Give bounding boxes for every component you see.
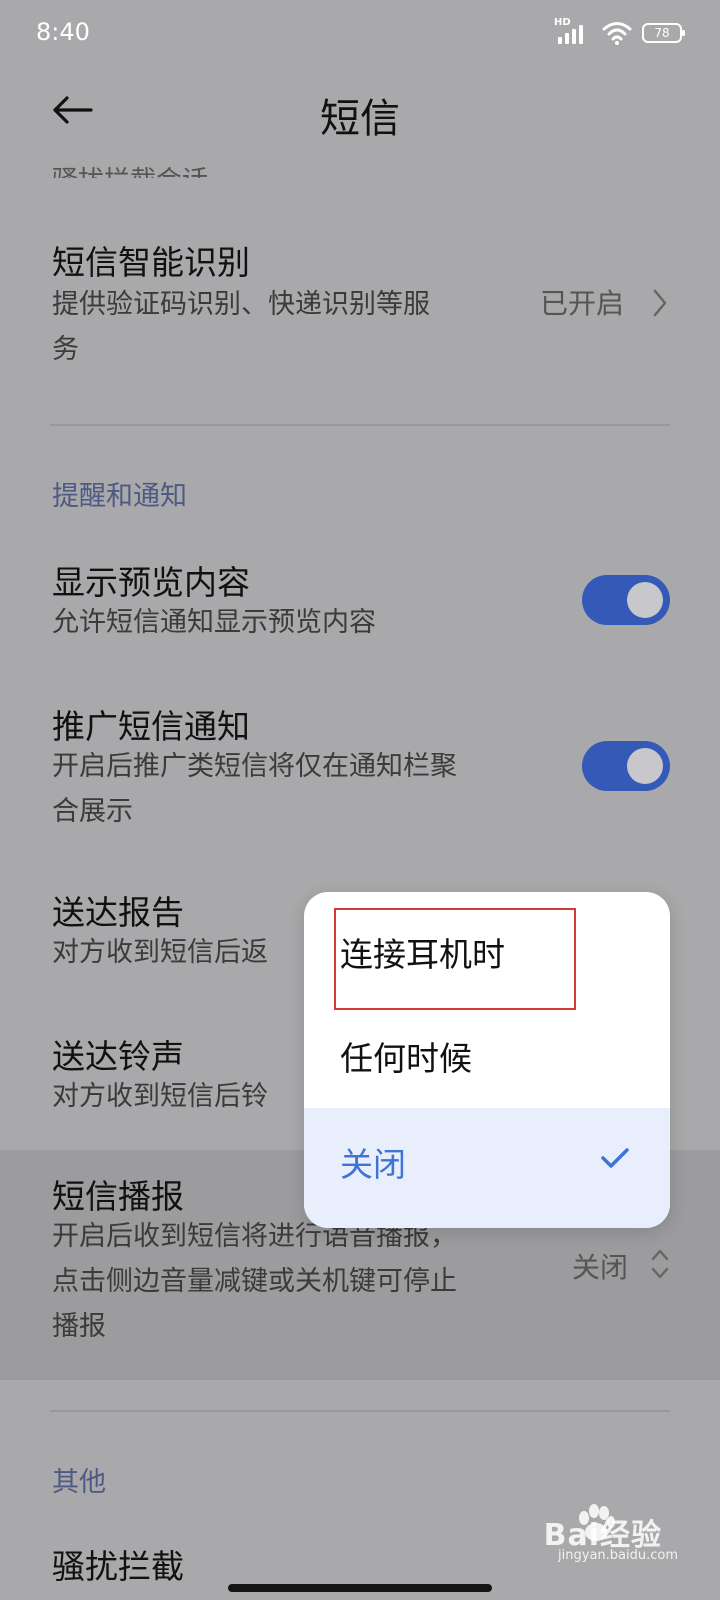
smart-recognition-desc-line2: 务 — [52, 334, 79, 365]
divider — [50, 1410, 670, 1412]
option-anytime[interactable]: 任何时候 — [304, 1000, 670, 1108]
preview-row[interactable]: 显示预览内容 允许短信通知显示预览内容 — [0, 556, 720, 646]
wifi-icon — [602, 22, 632, 45]
home-indicator[interactable] — [228, 1584, 492, 1592]
signal-icon: HD — [554, 17, 592, 46]
baidu-watermark: Bai经验 jingyan.baidu.com — [532, 1502, 702, 1572]
promo-title: 推广短信通知 — [52, 707, 250, 746]
page-title: 短信 — [320, 96, 400, 142]
delivery-report-desc: 对方收到短信后返 — [52, 937, 268, 968]
preview-desc: 允许短信通知显示预览内容 — [52, 607, 376, 638]
delivery-report-title: 送达报告 — [52, 893, 184, 932]
harass-block-title: 骚扰拦截 — [52, 1547, 184, 1586]
smart-recognition-desc-line1: 提供验证码识别、快递识别等服 — [52, 289, 430, 320]
page-header: 短信 — [0, 70, 720, 150]
preview-title: 显示预览内容 — [52, 563, 250, 602]
section-header-notify: 提醒和通知 — [52, 481, 187, 512]
promo-desc-line2: 合展示 — [52, 796, 133, 827]
promo-toggle[interactable] — [582, 741, 670, 791]
check-icon — [601, 1148, 629, 1168]
annotation-highlight-box — [334, 908, 576, 1010]
sms-broadcast-desc-line2: 点击侧边音量减键或关机键可停止 — [52, 1266, 457, 1297]
sms-broadcast-desc-line3: 播报 — [52, 1311, 106, 1342]
sms-broadcast-title: 短信播报 — [52, 1177, 184, 1216]
watermark-url: jingyan.baidu.com — [558, 1548, 678, 1563]
promo-desc-line1: 开启后推广类短信将仅在通知栏聚 — [52, 751, 457, 782]
option-label: 任何时候 — [340, 1039, 472, 1078]
preview-toggle[interactable] — [582, 575, 670, 625]
settings-screen: 8:40 HD 78 短信 短信智能识别 提供验证码识别、快递识别等服 务 已开… — [0, 0, 720, 1600]
section-header-other: 其他 — [52, 1467, 106, 1498]
status-bar: 8:40 HD 78 — [0, 0, 720, 66]
option-off[interactable]: 关闭 — [304, 1108, 670, 1228]
delivery-sound-title: 送达铃声 — [52, 1037, 184, 1076]
smart-recognition-value: 已开启 — [540, 287, 625, 320]
chevron-right-icon — [653, 289, 667, 317]
smart-recognition-row[interactable]: 短信智能识别 提供验证码识别、快递识别等服 务 已开启 — [0, 230, 720, 380]
status-icons: HD 78 — [554, 17, 685, 46]
status-time: 8:40 — [36, 18, 90, 46]
delivery-sound-desc: 对方收到短信后铃 — [52, 1081, 268, 1112]
cut-off-item-label: 骚扰拦截会话 — [52, 148, 208, 178]
sms-broadcast-value: 关闭 — [572, 1251, 629, 1284]
chevron-up-down-icon — [651, 1249, 669, 1279]
battery-icon: 78 — [642, 23, 685, 43]
promo-row[interactable]: 推广短信通知 开启后推广类短信将仅在通知栏聚 合展示 — [0, 700, 720, 830]
battery-level: 78 — [654, 26, 670, 40]
option-label: 关闭 — [340, 1145, 406, 1184]
divider — [50, 424, 670, 426]
smart-recognition-title: 短信智能识别 — [52, 243, 250, 282]
